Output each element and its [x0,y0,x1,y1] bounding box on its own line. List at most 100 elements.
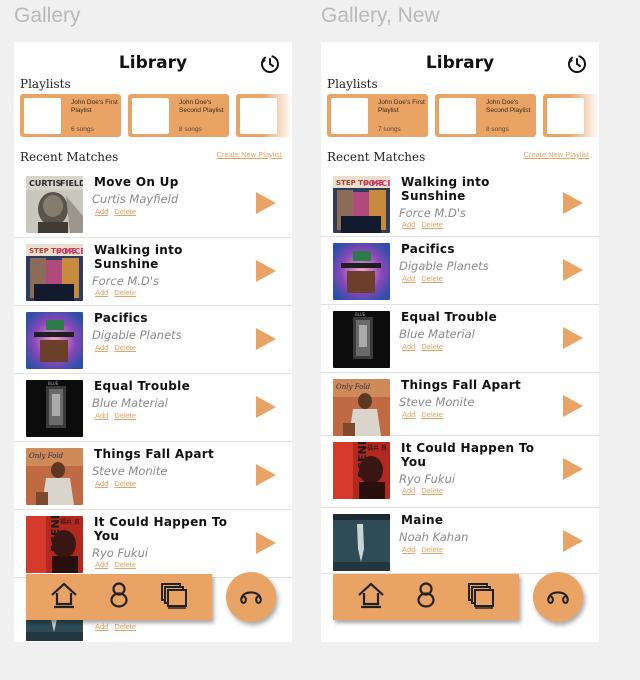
delete-link[interactable]: Delete [114,479,136,488]
play-button[interactable] [563,259,583,281]
stacked-pages-icon[interactable] [466,580,496,614]
delete-link[interactable]: Delete [114,343,136,352]
add-link[interactable]: Add [402,342,415,351]
create-new-playlist-link[interactable]: Create New Playlist [217,150,282,159]
create-new-playlist-link[interactable]: Create New Playlist [524,150,589,159]
play-button[interactable] [563,458,583,480]
song-row[interactable]: Maine Noah Kahan Add Delete [321,508,599,574]
listen-fab-button[interactable] [226,572,276,622]
song-title: Things Fall Apart [94,447,215,461]
song-row[interactable]: Pacifics Digable Planets Add Delete [14,306,292,374]
song-row[interactable]: Only Fold Things Fall Apart Steve Monite Ad… [14,442,292,510]
svg-text:福井 良: 福井 良 [367,444,387,452]
play-button[interactable] [256,396,276,418]
history-icon[interactable] [260,54,280,74]
song-row[interactable]: SCENERY 福井 良 It Could Happen To You Ryo Fuk… [14,510,292,578]
play-button[interactable] [256,192,276,214]
song-artist: Noah Kahan [399,530,469,544]
home-icon[interactable] [356,580,386,614]
playlists-heading: Playlists [327,77,378,91]
song-title: Walking into Sunshine [401,175,490,203]
song-row[interactable]: STEP TO ME FORCE Walking into Sunshine Forc… [321,170,599,237]
play-button[interactable] [563,395,583,417]
playlist-song-count: 8 songs [486,126,509,133]
playlist-carousel[interactable]: John Doe's First Playlist 7 songs John Doe… [327,94,599,138]
stacked-pages-icon[interactable] [159,580,189,614]
delete-link[interactable]: Delete [421,342,443,351]
listen-fab-button[interactable] [533,572,583,622]
play-button[interactable] [563,327,583,349]
add-link[interactable]: Add [95,411,108,420]
playlist-name: John Doe's First Playlist [71,99,118,114]
song-title: It Could Happen To You [401,441,535,469]
delete-link[interactable]: Delete [421,486,443,495]
add-link[interactable]: Add [402,410,415,419]
add-link[interactable]: Add [95,207,108,216]
song-row[interactable]: Only Fold Things Fall Apart Steve Monite Ad… [321,373,599,436]
album-cover: SCENERY 福井 良 [333,442,390,499]
figure-eight-icon[interactable] [104,580,134,614]
playlist-song-count: 7 songs [378,126,401,133]
song-row[interactable]: SCENERY 福井 良 It Could Happen To You Ryo Fuk… [321,436,599,508]
play-button[interactable] [256,328,276,350]
playlist-card[interactable]: John Doe's Second Playlist 8 songs [435,94,536,137]
phone-screen: Library Playlists John Doe's First Playlis… [321,42,599,642]
add-link[interactable]: Add [95,343,108,352]
play-button[interactable] [256,260,276,282]
song-row[interactable]: BLUE Equal Trouble Blue Material Add Delete [14,374,292,442]
recent-matches-heading: Recent Matches [327,150,426,164]
song-actions: Add Delete [402,545,449,554]
delete-link[interactable]: Delete [114,207,136,216]
add-link[interactable]: Add [95,288,108,297]
home-icon[interactable] [49,580,79,614]
play-button[interactable] [256,532,276,554]
album-cover: Only Fold [26,448,83,505]
playlist-card[interactable]: John Doe's First Playlist 6 songs [20,94,121,137]
song-row[interactable]: BLUE Equal Trouble Blue Material Add Delete [321,305,599,373]
playlist-card[interactable]: John Doe's First Playlist 7 songs [327,94,428,137]
svg-text:FORCE: FORCE [56,247,83,256]
add-link[interactable]: Add [95,479,108,488]
album-cover: Only Fold [333,379,390,436]
add-link[interactable]: Add [95,622,108,631]
play-button[interactable] [563,530,583,552]
song-artist: Digable Planets [92,328,182,342]
playlist-thumbnail [331,98,368,134]
delete-link[interactable]: Delete [114,288,136,297]
song-row[interactable]: STEP TO ME FORCE Walking into Sunshine Forc… [14,238,292,306]
song-row[interactable]: CURTIS FIELD Move On Up Curtis Mayfield Add D… [14,170,292,238]
song-row[interactable]: Pacifics Digable Planets Add Delete [321,237,599,305]
play-button[interactable] [256,464,276,486]
add-link[interactable]: Add [402,274,415,283]
delete-link[interactable]: Delete [421,410,443,419]
delete-link[interactable]: Delete [114,560,136,569]
play-button[interactable] [563,192,583,214]
song-artist: Ryo Fukui [399,472,456,486]
app-header: Library [321,42,599,82]
svg-text:BLUE: BLUE [48,381,59,386]
delete-link[interactable]: Delete [114,411,136,420]
add-link[interactable]: Add [402,220,415,229]
delete-link[interactable]: Delete [421,220,443,229]
add-link[interactable]: Add [402,486,415,495]
add-link[interactable]: Add [95,560,108,569]
figure-eight-icon[interactable] [411,580,441,614]
playlist-carousel[interactable]: John Doe's First Playlist 6 songs John Doe… [20,94,292,138]
song-actions: Add Delete [95,343,142,352]
song-title: Things Fall Apart [401,378,522,392]
delete-link[interactable]: Delete [114,622,136,631]
album-cover: SCENERY 福井 良 [26,516,83,573]
history-icon[interactable] [567,54,587,74]
song-actions: Add Delete [402,220,449,229]
playlist-card[interactable]: John Doe's Second Playlist 8 songs [128,94,229,137]
add-link[interactable]: Add [402,545,415,554]
svg-text:Only Fold: Only Fold [336,383,371,391]
delete-link[interactable]: Delete [421,545,443,554]
delete-link[interactable]: Delete [421,274,443,283]
song-artist: Force M.D's [92,274,160,288]
playlist-thumbnail [439,98,476,134]
song-title: Equal Trouble [401,310,498,324]
playlist-name: John Doe's Second Playlist [179,99,224,114]
playlists-heading: Playlists [20,77,71,91]
album-cover: CURTIS FIELD [26,176,83,233]
